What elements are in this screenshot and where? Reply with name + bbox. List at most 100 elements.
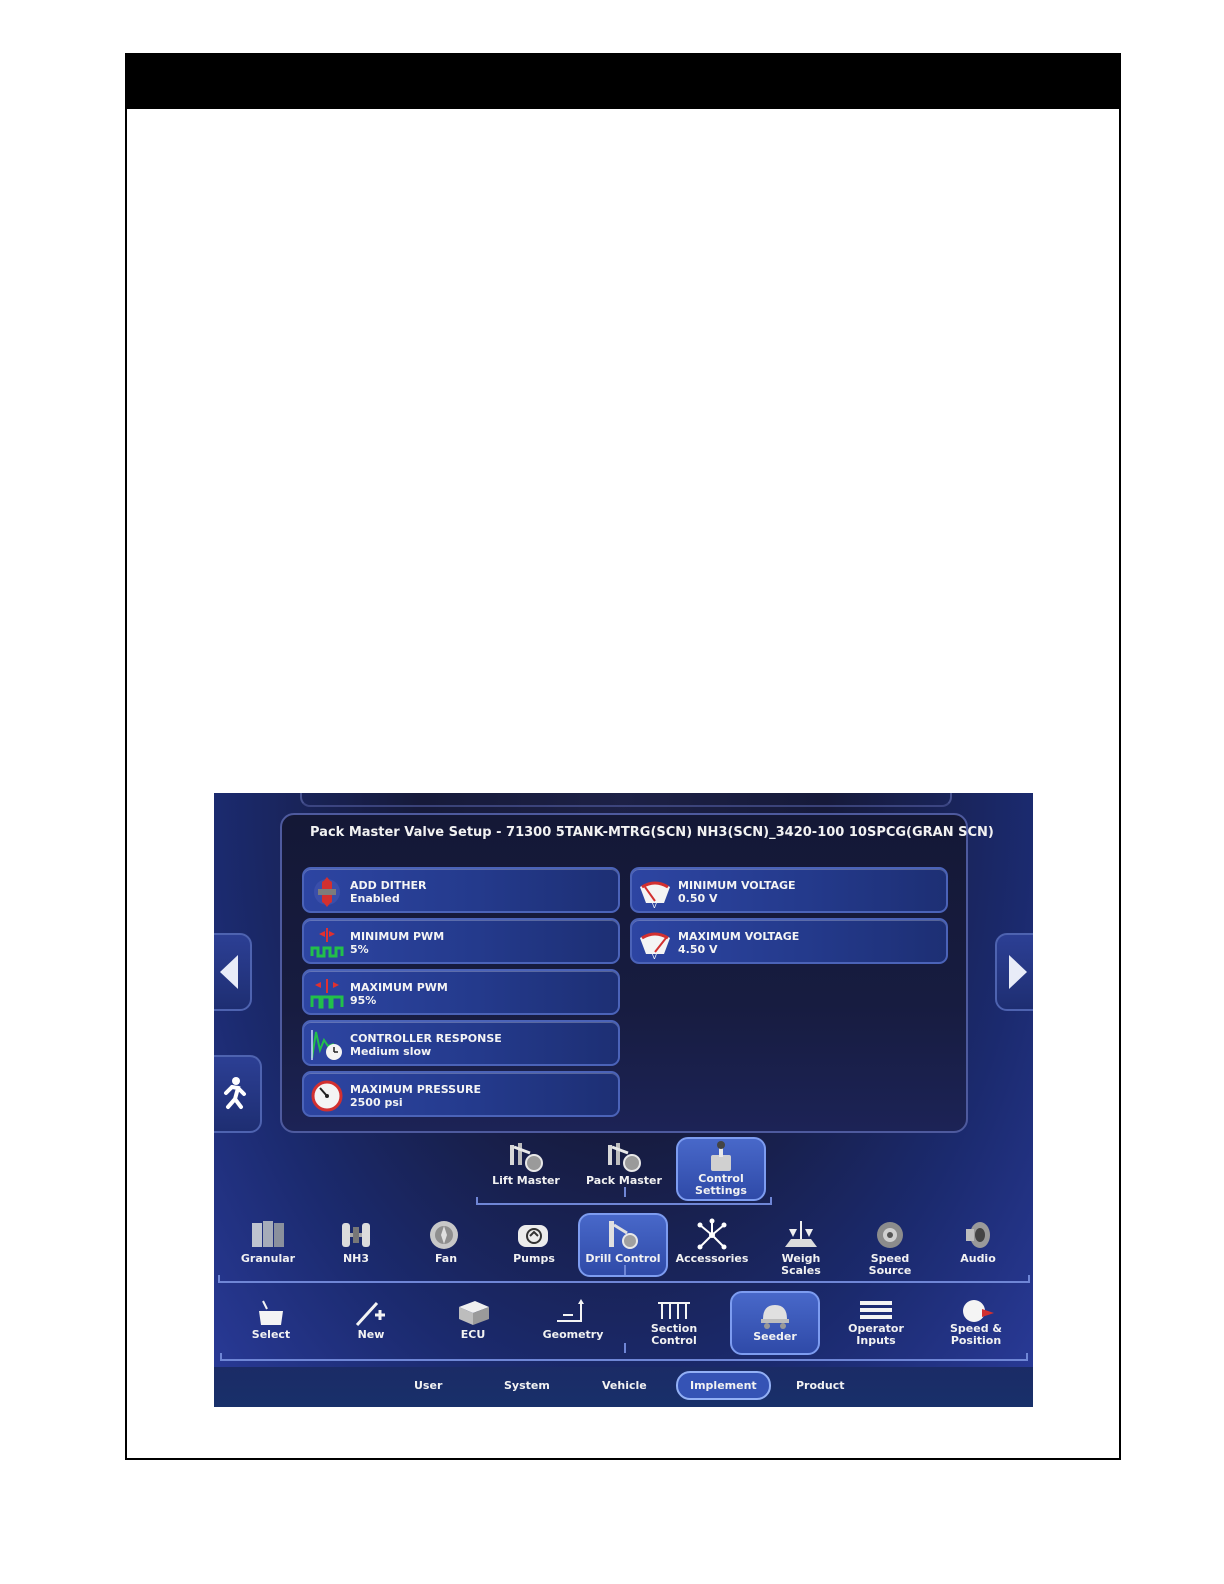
tab-label: Granular xyxy=(240,1252,296,1265)
category-implement[interactable]: Implement xyxy=(676,1371,771,1400)
tab-granular[interactable]: Granular xyxy=(230,1217,306,1265)
svg-text:V: V xyxy=(652,953,657,960)
dither-valve-icon xyxy=(314,877,340,907)
next-page-button[interactable] xyxy=(995,933,1033,1011)
audio-icon xyxy=(966,1222,990,1248)
setting-value: 4.50 V xyxy=(678,943,718,956)
response-graph-icon xyxy=(311,1030,342,1060)
setting-maximum-pressure[interactable]: MAXIMUM PRESSURE 2500 psi xyxy=(302,1071,620,1117)
tab-label: Fan xyxy=(434,1252,458,1265)
pwm-icon xyxy=(310,928,344,958)
setting-label: MAXIMUM PWM xyxy=(350,981,448,994)
tab-label: Weigh Scales xyxy=(781,1252,821,1277)
tab-label: Speed Source xyxy=(868,1252,912,1277)
tab-section-control[interactable]: Section Control xyxy=(634,1297,714,1347)
tab-new[interactable]: New xyxy=(334,1297,408,1341)
tab-lift-master[interactable]: Lift Master xyxy=(486,1139,566,1195)
pwm-icon xyxy=(310,979,344,1009)
tab-weigh-scales[interactable]: Weigh Scales xyxy=(760,1217,842,1277)
tab-label: Lift Master xyxy=(492,1174,560,1187)
tab-label: Select xyxy=(251,1328,291,1341)
tab-geometry[interactable]: Geometry xyxy=(532,1297,614,1341)
category-user[interactable]: User xyxy=(414,1379,442,1392)
tab-label: Pack Master xyxy=(586,1174,662,1187)
ecu-icon xyxy=(459,1301,489,1325)
right-arrow-icon xyxy=(1009,955,1027,989)
control-settings-icon xyxy=(711,1141,731,1171)
exit-button[interactable] xyxy=(214,1055,262,1133)
setting-value: 5% xyxy=(350,943,369,956)
tab-label: ECU xyxy=(460,1328,486,1341)
speed-source-icon xyxy=(877,1222,903,1248)
setting-add-dither[interactable]: ADD DITHER Enabled xyxy=(302,867,620,913)
tab-label: Section Control xyxy=(650,1322,698,1347)
pressure-gauge-icon xyxy=(311,1080,343,1112)
setting-controller-response[interactable]: CONTROLLER RESPONSE Medium slow xyxy=(302,1020,620,1066)
subtab-bracket xyxy=(476,1187,772,1205)
svg-text:V: V xyxy=(652,902,657,909)
tab-nh3[interactable]: NH3 xyxy=(318,1217,394,1265)
setting-value: Medium slow xyxy=(350,1045,432,1058)
nh3-icon xyxy=(342,1223,370,1247)
tab-pumps[interactable]: Pumps xyxy=(496,1217,572,1265)
tab-fan[interactable]: Fan xyxy=(408,1217,484,1265)
weigh-scales-icon xyxy=(785,1221,817,1247)
tab-ecu[interactable]: ECU xyxy=(436,1297,510,1341)
seeder-tab-bracket xyxy=(218,1265,1030,1283)
speed-position-icon xyxy=(963,1300,994,1322)
geometry-icon xyxy=(557,1299,584,1322)
drill-control-icon xyxy=(609,1221,638,1249)
terminal-screen: Pack Master Valve Setup - 71300 5TANK-MT… xyxy=(214,793,1033,1407)
tab-speed-source[interactable]: Speed Source xyxy=(848,1217,932,1277)
tab-label: Drill Control xyxy=(585,1252,661,1265)
running-man-exit-icon xyxy=(224,1077,246,1109)
setting-value: Enabled xyxy=(350,892,400,905)
section-control-icon xyxy=(658,1302,690,1319)
panel-title: Pack Master Valve Setup - 71300 5TANK-MT… xyxy=(310,825,994,840)
tab-control-settings[interactable]: Control Settings xyxy=(676,1137,766,1201)
operator-inputs-icon xyxy=(860,1301,892,1319)
select-icon xyxy=(259,1300,283,1325)
fan-icon xyxy=(430,1221,458,1249)
setting-label: CONTROLLER RESPONSE xyxy=(350,1032,502,1045)
header-bar xyxy=(127,55,1119,109)
category-bar: User System Vehicle Implement Product xyxy=(214,1367,1033,1407)
setting-maximum-pwm[interactable]: MAXIMUM PWM 95% xyxy=(302,969,620,1015)
lift-master-icon xyxy=(510,1143,543,1172)
setting-label: MAXIMUM PRESSURE xyxy=(350,1083,482,1096)
setting-value: 0.50 V xyxy=(678,892,718,905)
setting-maximum-voltage[interactable]: V MAXIMUM VOLTAGE 4.50 V xyxy=(630,918,948,964)
tab-label: Speed & Position xyxy=(949,1322,1002,1347)
setting-minimum-voltage[interactable]: V MINIMUM VOLTAGE 0.50 V xyxy=(630,867,948,913)
setting-label: MAXIMUM VOLTAGE xyxy=(678,930,800,943)
seeder-icon xyxy=(761,1305,789,1329)
left-arrow-icon xyxy=(220,955,238,989)
pack-master-icon xyxy=(608,1143,641,1172)
setting-label: MINIMUM VOLTAGE xyxy=(678,879,796,892)
tab-label: Seeder xyxy=(753,1330,797,1343)
category-product[interactable]: Product xyxy=(796,1379,845,1392)
category-system[interactable]: System xyxy=(504,1379,550,1392)
tab-label: Control Settings xyxy=(695,1172,747,1197)
previous-page-button[interactable] xyxy=(214,933,252,1011)
tab-label: Operator Inputs xyxy=(848,1322,904,1347)
tab-label: New xyxy=(357,1328,385,1341)
tab-seeder[interactable]: Seeder xyxy=(730,1291,820,1355)
tab-drill-control[interactable]: Drill Control xyxy=(578,1213,668,1277)
new-icon xyxy=(355,1301,385,1327)
voltage-meter-icon: V xyxy=(640,881,670,909)
upper-panel-edge xyxy=(300,793,952,807)
tab-label: Pumps xyxy=(513,1252,555,1265)
tab-label: Accessories xyxy=(675,1252,749,1265)
tab-select[interactable]: Select xyxy=(234,1297,308,1341)
tab-accessories[interactable]: Accessories xyxy=(674,1217,750,1265)
category-vehicle[interactable]: Vehicle xyxy=(602,1379,647,1392)
tab-operator-inputs[interactable]: Operator Inputs xyxy=(836,1297,916,1347)
setting-value: 95% xyxy=(350,994,377,1007)
tab-speed-position[interactable]: Speed & Position xyxy=(938,1297,1014,1347)
pump-icon xyxy=(518,1225,548,1247)
tab-audio[interactable]: Audio xyxy=(940,1217,1016,1265)
tab-label: NH3 xyxy=(342,1252,370,1265)
tab-label: Audio xyxy=(960,1252,996,1265)
setting-minimum-pwm[interactable]: MINIMUM PWM 5% xyxy=(302,918,620,964)
